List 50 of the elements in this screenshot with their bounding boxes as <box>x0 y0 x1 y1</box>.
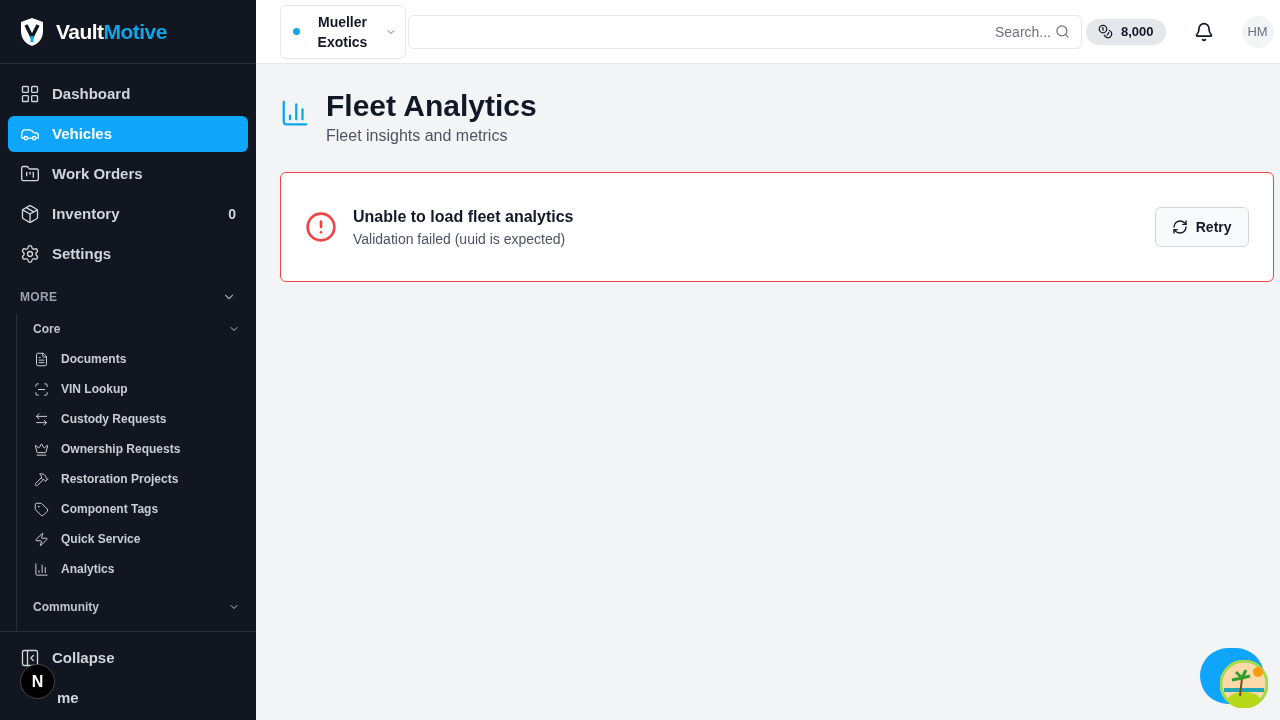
submenu-item[interactable]: Analytics <box>17 554 256 584</box>
page-subtitle: Fleet insights and metrics <box>326 126 509 146</box>
coins-icon <box>1098 24 1113 39</box>
chat-widget-drawing[interactable] <box>1200 648 1268 708</box>
theme-label[interactable]: me <box>57 686 79 710</box>
submenu-item[interactable]: VIN Lookup <box>17 374 256 404</box>
collapse-icon <box>20 648 40 668</box>
brand-name: VaultMotive <box>56 18 167 45</box>
hammer-icon <box>34 471 49 487</box>
error-message: Validation failed (uuid is expected) <box>353 229 567 249</box>
submenu-item[interactable]: Documents <box>17 344 256 374</box>
submenu-item[interactable]: Ownership Requests <box>17 434 256 464</box>
nav-item[interactable]: Dashboard <box>8 76 248 112</box>
tag-icon <box>34 501 49 517</box>
notifications-bell-icon[interactable] <box>1193 21 1214 42</box>
nav-item[interactable]: Work Orders <box>8 156 248 192</box>
error-title: Unable to load fleet analytics <box>353 206 575 227</box>
count-label: 0 <box>228 204 236 224</box>
grid-icon <box>20 84 40 104</box>
bar-chart-icon <box>280 98 310 128</box>
n-badge[interactable]: N <box>20 664 55 699</box>
search-icon <box>1055 23 1070 39</box>
nav-item[interactable]: Settings <box>8 236 248 272</box>
folder-icon <box>20 164 40 184</box>
arrows-icon <box>34 411 49 427</box>
document-icon <box>34 351 49 367</box>
lightning-icon <box>34 531 49 547</box>
submenu-item[interactable]: Quick Service <box>17 524 256 554</box>
search-field[interactable]: Search... <box>408 14 1082 49</box>
shield-logo-icon <box>20 16 44 47</box>
retry-button[interactable]: Retry <box>1154 207 1249 247</box>
nav-item[interactable]: Inventory 0 <box>8 196 248 232</box>
group-toggle[interactable]: Community <box>17 592 256 622</box>
credits-badge[interactable]: 8,000 <box>1086 18 1166 45</box>
bar-chart-icon <box>34 561 49 577</box>
submenu-item[interactable]: Restoration Projects <box>17 464 256 494</box>
crown-icon <box>34 441 49 457</box>
settings-icon <box>20 244 40 264</box>
organization-selector[interactable]: Mueller Exotics <box>280 4 406 59</box>
submenu-item[interactable]: Custody Requests <box>17 404 256 434</box>
box-icon <box>20 204 40 224</box>
refresh-icon <box>1171 219 1188 235</box>
scan-icon <box>34 381 49 397</box>
page-title: Fleet Analytics <box>326 88 537 124</box>
group-toggle[interactable]: Core <box>17 314 256 344</box>
user-avatar[interactable]: HM <box>1241 15 1274 48</box>
organization-name: Mueller Exotics <box>316 12 369 52</box>
more-toggle[interactable]: MORE <box>20 288 236 306</box>
alert-icon <box>305 211 337 243</box>
submenu-item[interactable]: Component Tags <box>17 494 256 524</box>
